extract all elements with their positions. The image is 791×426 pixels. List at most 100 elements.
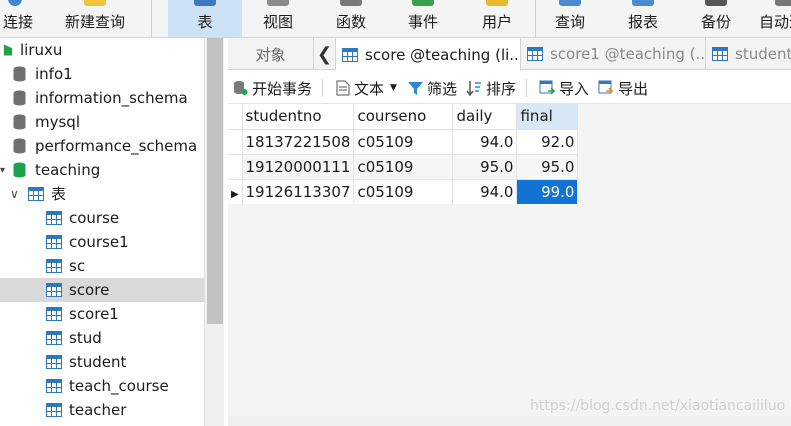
row-header[interactable]: ▶ (228, 179, 243, 205)
export-button[interactable]: 导出 (598, 78, 648, 98)
column-header-studentno[interactable]: studentno (242, 104, 355, 130)
cell-courseno[interactable]: c05109 (353, 154, 454, 180)
toolbar-backup-button[interactable]: 备份 (687, 0, 745, 37)
tab-student[interactable]: student (706, 38, 791, 70)
cell-studentno[interactable]: 19126113307 (242, 179, 355, 205)
table-icon (46, 331, 62, 345)
view-icon (267, 0, 289, 6)
tab-score1-teaching[interactable]: score1 @teaching (... (521, 38, 706, 70)
grid-header-row: studentno courseno daily final (228, 104, 579, 130)
row-header[interactable] (228, 154, 243, 180)
table-row[interactable]: 18137221508 c05109 94.0 92.0 (228, 129, 579, 155)
toolbar-user-button[interactable]: 用户 (468, 0, 526, 37)
navicat-window: 连接 新建查询 表 视图 函数 事件 用户 查询 报表 备份 自动 liruxu… (0, 0, 791, 426)
sort-button[interactable]: 排序 (466, 78, 516, 98)
cell-final[interactable]: 92.0 (516, 129, 579, 155)
tree-db-teaching[interactable]: ▾ teaching (0, 158, 204, 182)
toolbar-function-button[interactable]: 函数 (322, 0, 380, 37)
table-icon (46, 211, 62, 225)
import-icon (539, 80, 555, 95)
tab-scroll-left-button[interactable]: ❮ (314, 38, 336, 70)
table-icon (46, 259, 62, 273)
table-icon (46, 379, 62, 393)
database-icon (13, 138, 26, 154)
data-grid-area: studentno courseno daily final 181372215… (228, 104, 791, 416)
tree-db-mysql[interactable]: mysql (0, 110, 204, 134)
sidebar-scrollbar-thumb[interactable] (207, 38, 223, 324)
tab-objects[interactable]: 对象 (228, 38, 314, 70)
table-icon (46, 283, 62, 297)
toolbar-separator (151, 0, 152, 37)
chevron-left-icon: ❮ (316, 43, 333, 65)
tree-group-tables[interactable]: ∨ 表 (0, 182, 204, 206)
cell-final-selected[interactable]: 99.0 (516, 179, 579, 205)
cell-daily[interactable]: 95.0 (452, 154, 518, 180)
document-icon (336, 80, 350, 96)
begin-transaction-button[interactable]: 开始事务 (233, 78, 312, 98)
import-button[interactable]: 导入 (539, 78, 589, 98)
tree-table-student[interactable]: student (0, 350, 204, 374)
toolbar-view-button[interactable]: 视图 (250, 0, 306, 37)
tree-table-teacher[interactable]: teacher (0, 398, 204, 422)
tree-db-info1[interactable]: info1 (0, 62, 204, 86)
report-icon (632, 0, 654, 6)
tree-db-information-schema[interactable]: information_schema (0, 86, 204, 110)
dropdown-arrow-icon: ▼ (390, 83, 397, 93)
tree-connection-liruxu[interactable]: liruxu (0, 38, 204, 62)
tree-table-course1[interactable]: course1 (0, 230, 204, 254)
toolbar-table-button[interactable]: 表 (168, 0, 242, 37)
database-icon (13, 114, 26, 130)
column-header-daily[interactable]: daily (452, 104, 518, 130)
tree-table-course[interactable]: course (0, 206, 204, 230)
cell-studentno[interactable]: 19120000111 (242, 154, 355, 180)
tree-table-sc[interactable]: sc (0, 254, 204, 278)
table-toolbar: 开始事务 文本 ▼ 筛选 排序 导入 导出 (228, 71, 791, 104)
tab-score-teaching[interactable]: score @teaching (li... (336, 38, 521, 71)
tree-table-teach-course[interactable]: teach_course (0, 374, 204, 398)
tab-bar: 对象 ❮ score @teaching (li... score1 @teac… (228, 38, 791, 71)
function-icon (340, 0, 362, 6)
toolbar-connect-button[interactable]: 连接 (0, 0, 36, 37)
query-icon (559, 0, 581, 6)
cell-courseno[interactable]: c05109 (353, 129, 454, 155)
navigation-tree: liruxu info1 information_schema mysql pe… (0, 38, 204, 426)
backup-icon (705, 0, 727, 6)
tree-table-score[interactable]: score (0, 278, 204, 302)
table-row[interactable]: 19120000111 c05109 95.0 95.0 (228, 154, 579, 180)
grid-horizontal-scrollbar[interactable] (228, 416, 791, 426)
toolbar-event-button[interactable]: 事件 (394, 0, 452, 37)
toolbar-separator (526, 79, 527, 97)
column-header-final[interactable]: final (516, 104, 579, 130)
filter-button[interactable]: 筛选 (408, 78, 457, 98)
connection-icon (3, 44, 13, 56)
cell-daily[interactable]: 94.0 (452, 179, 518, 205)
export-icon (598, 80, 614, 95)
table-icon (46, 355, 62, 369)
cell-courseno[interactable]: c05109 (353, 179, 454, 205)
toolbar-new-query-button[interactable]: 新建查询 (58, 0, 132, 37)
connect-icon (8, 0, 22, 6)
watermark: https://blog.csdn.net/xiaotiancaililuo (530, 398, 786, 414)
table-icon (46, 235, 62, 249)
new-query-icon (84, 0, 106, 6)
tree-table-stud[interactable]: stud (0, 326, 204, 350)
toolbar-report-button[interactable]: 报表 (614, 0, 672, 37)
main-toolbar: 连接 新建查询 表 视图 函数 事件 用户 查询 报表 备份 自动 (0, 0, 791, 38)
database-icon (13, 90, 26, 106)
table-icon (712, 47, 728, 61)
table-row[interactable]: ▶ 19126113307 c05109 94.0 99.0 (228, 179, 579, 205)
row-header[interactable] (228, 129, 243, 155)
chevron-down-icon[interactable]: ▾ (0, 165, 13, 176)
tree-table-score1[interactable]: score1 (0, 302, 204, 326)
cell-daily[interactable]: 94.0 (452, 129, 518, 155)
column-header-courseno[interactable]: courseno (353, 104, 454, 130)
chevron-down-icon[interactable]: ∨ (10, 187, 28, 201)
tree-db-performance-schema[interactable]: performance_schema (0, 134, 204, 158)
text-view-button[interactable]: 文本 ▼ (336, 78, 397, 98)
toolbar-separator (322, 79, 323, 97)
sidebar-scrollbar[interactable] (204, 38, 224, 426)
toolbar-query-button[interactable]: 查询 (541, 0, 599, 37)
toolbar-automation-button[interactable]: 自动运 (755, 0, 791, 37)
cell-studentno[interactable]: 18137221508 (242, 129, 355, 155)
cell-final[interactable]: 95.0 (516, 154, 579, 180)
